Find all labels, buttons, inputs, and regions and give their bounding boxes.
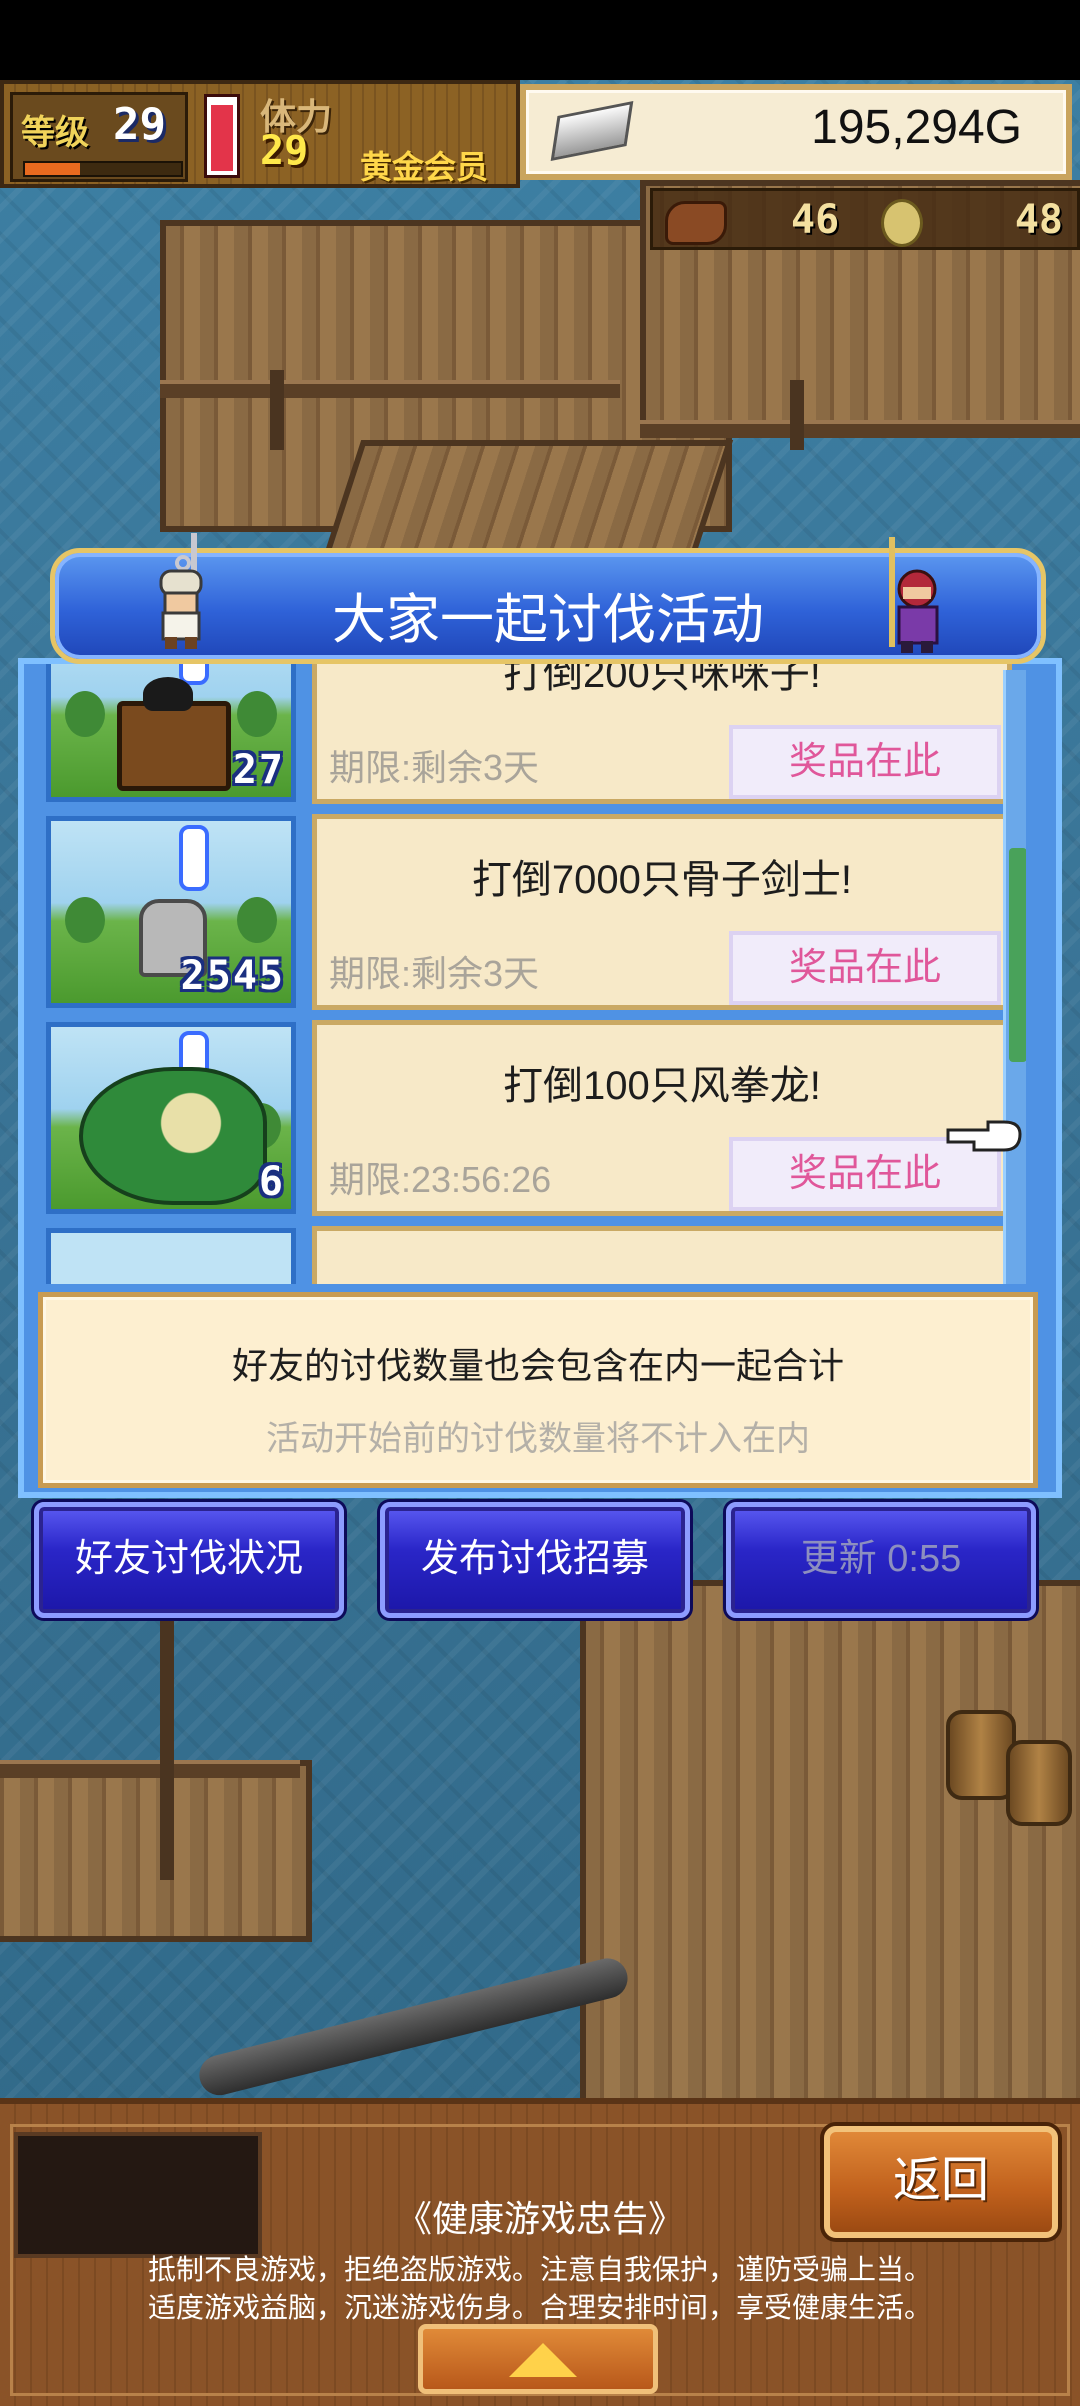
meat-count: 46: [791, 197, 840, 243]
barrel: [1006, 1740, 1072, 1826]
list-item[interactable]: 6 打倒100只风拳龙! 期限:23:56:26 奖品在此: [32, 1016, 1026, 1216]
defeat-count: 6: [258, 1159, 285, 1205]
defeat-count: 2545: [180, 953, 285, 999]
prize-button[interactable]: 奖品在此: [729, 725, 1001, 799]
dock-rail: [160, 380, 620, 398]
action-buttons: 好友讨伐状况 发布讨伐招募 更新 0:55: [30, 1502, 1050, 1622]
tree-icon: [237, 897, 277, 943]
monster-thumbnail: 2545: [46, 816, 296, 1008]
level-progress-fill: [25, 163, 80, 175]
info-main-text: 好友的讨伐数量也会包含在内一起合计: [231, 1345, 844, 1386]
arrow-up-icon: [509, 2343, 577, 2377]
dragon-icon: [79, 1067, 267, 1205]
tree-icon: [65, 897, 105, 943]
event-list[interactable]: 27 打倒200只咪咪子! 期限:剩余3天 奖品在此 2545 打倒7000只骨…: [32, 664, 1026, 1284]
status-panel: 等级 29 体力 29 黄金会员: [0, 80, 520, 188]
stamina-gauge-fill: [211, 104, 233, 171]
health-notice-line: 适度游戏益脑，沉迷游戏伤身。合理安排时间，享受健康生活。: [147, 2292, 932, 2323]
health-notice-title: 《健康游戏忠告》: [395, 2198, 684, 2239]
event-panel: 27 打倒200只咪咪子! 期限:剩余3天 奖品在此 2545 打倒7000只骨…: [18, 533, 1062, 1498]
info-sub-text: 活动开始前的讨伐数量将不计入在内: [266, 1420, 810, 1458]
chest-monster-icon: [117, 701, 231, 791]
health-notice-line: 抵制不良游戏，拒绝盗版游戏。注意自我保护，谨防受骗上当。: [147, 2254, 932, 2285]
list-scrollbar[interactable]: [1003, 670, 1026, 1284]
level-label: 等级: [21, 113, 89, 153]
event-deadline: 期限:23:56:26: [329, 1159, 552, 1200]
lamp-post: [270, 370, 284, 450]
lamp-post: [160, 1620, 174, 1880]
gold-amount: 195,294G: [811, 101, 1022, 154]
bottom-bar: 返回 《健康游戏忠告》 抵制不良游戏，拒绝盗版游戏。注意自我保护，谨防受骗上当。…: [0, 2098, 1080, 2406]
membership-badge[interactable]: 黄金会员: [360, 142, 488, 188]
resource-panel: 46 48: [650, 188, 1080, 250]
stamina-value: 29: [260, 128, 309, 174]
event-card: [312, 1226, 1012, 1284]
monster-thumbnail: 27: [46, 664, 296, 802]
dock-rail: [0, 1760, 300, 1778]
alert-mark-icon: [179, 825, 209, 891]
dock-lower-left: [0, 1760, 312, 1942]
tree-icon: [65, 691, 105, 737]
meat-icon: [665, 201, 727, 245]
friend-status-button[interactable]: 好友讨伐状况: [34, 1502, 344, 1618]
list-item[interactable]: 2545 打倒7000只骨子剑士! 期限:剩余3天 奖品在此: [32, 810, 1026, 1010]
event-card: 打倒100只风拳龙! 期限:23:56:26 奖品在此: [312, 1020, 1012, 1216]
monster-thumbnail: 6: [46, 1022, 296, 1214]
event-goal: 打倒100只风拳龙!: [503, 1064, 821, 1108]
tree-icon: [237, 691, 277, 737]
monster-thumbnail: [46, 1228, 296, 1284]
event-card: 打倒200只咪咪子! 期限:剩余3天 奖品在此: [312, 664, 1012, 804]
gold-panel[interactable]: 195,294G: [520, 84, 1072, 180]
event-goal: 打倒7000只骨子剑士!: [471, 858, 853, 902]
list-item[interactable]: [32, 1222, 1026, 1284]
chest-monster-eyes: [143, 677, 193, 711]
list-item[interactable]: 27 打倒200只咪咪子! 期限:剩余3天 奖品在此: [32, 664, 1026, 804]
scrollbar-thumb[interactable]: [1009, 848, 1026, 1062]
silver-ingot-icon: [550, 101, 634, 161]
lamp-post: [790, 380, 804, 450]
event-list-frame: 27 打倒200只咪咪子! 期限:剩余3天 奖品在此 2545 打倒7000只骨…: [18, 658, 1062, 1498]
defeat-count: 27: [232, 747, 285, 793]
event-deadline: 期限:剩余3天: [329, 747, 540, 788]
stamina-gauge: [204, 94, 240, 178]
event-title-bar: 大家一起讨伐活动: [50, 533, 1046, 664]
expand-menu-button[interactable]: [418, 2324, 658, 2394]
medal-count: 48: [1014, 197, 1063, 243]
event-deadline: 期限:剩余3天: [329, 953, 540, 994]
prize-button[interactable]: 奖品在此: [729, 931, 1001, 1005]
ninja-sprite-icon: [889, 537, 939, 653]
level-value: 29: [113, 99, 166, 150]
info-box: 好友的讨伐数量也会包含在内一起合计 活动开始前的讨伐数量将不计入在内: [38, 1292, 1038, 1488]
level-box: 等级 29: [10, 92, 188, 182]
medal-coin-icon: [881, 199, 923, 247]
level-progress-bar: [23, 161, 183, 177]
pointing-hand-icon: [946, 1120, 1022, 1152]
event-goal: 打倒200只咪咪子!: [503, 664, 821, 696]
top-hud: 等级 29 体力 29 黄金会员 195,294G 46 48: [0, 80, 1080, 250]
refresh-button[interactable]: 更新 0:55: [726, 1502, 1036, 1618]
event-card: 打倒7000只骨子剑士! 期限:剩余3天 奖品在此: [312, 814, 1012, 1010]
dock-rail: [640, 420, 1080, 438]
post-recruit-button[interactable]: 发布讨伐招募: [380, 1502, 690, 1618]
